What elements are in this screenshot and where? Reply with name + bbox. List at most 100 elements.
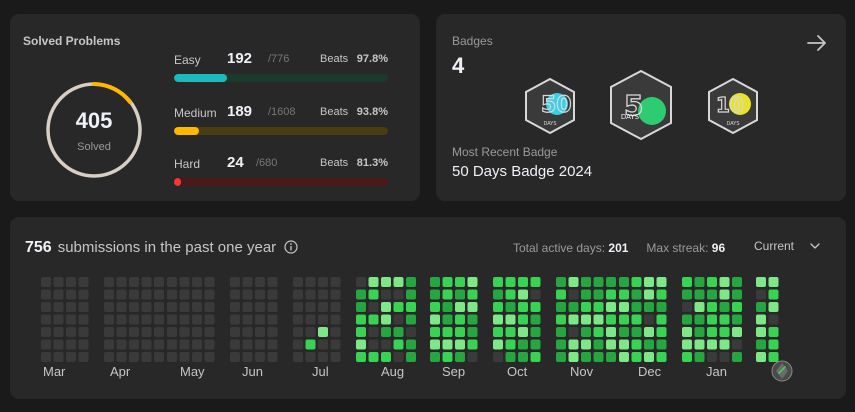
heatmap-cell[interactable] (619, 352, 629, 362)
heatmap-cell[interactable] (305, 314, 316, 325)
heatmap-cell[interactable] (78, 314, 89, 325)
heatmap-cell[interactable] (154, 302, 164, 312)
heatmap-cell[interactable] (530, 277, 541, 287)
heatmap-cell[interactable] (430, 277, 440, 287)
heatmap-cell[interactable] (230, 352, 240, 362)
heatmap-cell[interactable] (230, 339, 240, 350)
heatmap-cell[interactable] (442, 314, 453, 325)
heatmap-cell[interactable] (694, 289, 705, 300)
heatmap-cell[interactable] (255, 277, 265, 287)
heatmap-cell[interactable] (305, 327, 316, 337)
heatmap-cell[interactable] (330, 277, 341, 287)
heatmap-cell[interactable] (179, 339, 190, 350)
heatmap-cell[interactable] (381, 327, 391, 337)
heatmap-cell[interactable] (192, 277, 202, 287)
heatmap-cell[interactable] (78, 352, 89, 362)
heatmap-cell[interactable] (368, 289, 379, 300)
heatmap-cell[interactable] (41, 277, 51, 287)
heatmap-cell[interactable] (255, 302, 265, 312)
heatmap-cell[interactable] (442, 277, 453, 287)
heatmap-cell[interactable] (606, 314, 616, 325)
heatmap-cell[interactable] (78, 302, 89, 312)
heatmap-cell[interactable] (141, 339, 152, 350)
heatmap-cell[interactable] (204, 339, 215, 350)
period-dropdown[interactable]: Current (754, 239, 820, 253)
heatmap-cell[interactable] (556, 314, 566, 325)
heatmap-cell[interactable] (756, 352, 766, 362)
heatmap-cell[interactable] (606, 302, 616, 312)
heatmap-cell[interactable] (719, 277, 730, 287)
heatmap-cell[interactable] (230, 289, 240, 300)
heatmap-cell[interactable] (406, 352, 416, 362)
heatmap-cell[interactable] (242, 302, 253, 312)
heatmap-cell[interactable] (430, 352, 440, 362)
heatmap-cell[interactable] (682, 352, 692, 362)
heatmap-cell[interactable] (568, 352, 579, 362)
heatmap-cell[interactable] (505, 289, 516, 300)
heatmap-cell[interactable] (192, 339, 202, 350)
heatmap-cell[interactable] (707, 289, 717, 300)
heatmap-cell[interactable] (179, 314, 190, 325)
heatmap-cell[interactable] (192, 289, 202, 300)
heatmap-cell[interactable] (104, 327, 114, 337)
heatmap-cell[interactable] (430, 314, 440, 325)
heatmap-cell[interactable] (694, 277, 705, 287)
heatmap-cell[interactable] (192, 302, 202, 312)
heatmap-cell[interactable] (330, 339, 341, 350)
heatmap-cell[interactable] (267, 339, 278, 350)
heatmap-cell[interactable] (330, 302, 341, 312)
heatmap-cell[interactable] (66, 289, 76, 300)
heatmap-cell[interactable] (129, 302, 139, 312)
heatmap-cell[interactable] (719, 327, 730, 337)
heatmap-cell[interactable] (768, 289, 779, 300)
heatmap-cell[interactable] (154, 327, 164, 337)
heatmap-cell[interactable] (293, 327, 303, 337)
heatmap-cell[interactable] (318, 327, 328, 337)
heatmap-cell[interactable] (141, 327, 152, 337)
heatmap-cell[interactable] (167, 314, 177, 325)
heatmap-cell[interactable] (318, 314, 328, 325)
heatmap-cell[interactable] (381, 302, 391, 312)
heatmap-cell[interactable] (493, 339, 503, 350)
heatmap-cell[interactable] (656, 302, 667, 312)
heatmap-cell[interactable] (393, 339, 404, 350)
heatmap-cell[interactable] (682, 289, 692, 300)
heatmap-cell[interactable] (356, 277, 366, 287)
heatmap-cell[interactable] (116, 314, 127, 325)
heatmap-cell[interactable] (192, 314, 202, 325)
heatmap-cell[interactable] (293, 289, 303, 300)
heatmap-cell[interactable] (581, 289, 591, 300)
heatmap-cell[interactable] (593, 302, 604, 312)
heatmap-cell[interactable] (293, 277, 303, 287)
heatmap-cell[interactable] (255, 327, 265, 337)
heatmap-cell[interactable] (694, 314, 705, 325)
heatmap-cell[interactable] (116, 339, 127, 350)
heatmap-cell[interactable] (305, 277, 316, 287)
info-icon[interactable] (284, 240, 298, 254)
heatmap-cell[interactable] (694, 339, 705, 350)
heatmap-cell[interactable] (129, 277, 139, 287)
heatmap-cell[interactable] (631, 289, 642, 300)
heatmap-cell[interactable] (141, 289, 152, 300)
heatmap-cell[interactable] (129, 352, 139, 362)
heatmap-cell[interactable] (330, 352, 341, 362)
heatmap-cell[interactable] (493, 327, 503, 337)
heatmap-cell[interactable] (53, 327, 64, 337)
heatmap-cell[interactable] (493, 314, 503, 325)
heatmap-cell[interactable] (154, 339, 164, 350)
heatmap-cell[interactable] (694, 327, 705, 337)
heatmap-cell[interactable] (141, 314, 152, 325)
heatmap-cell[interactable] (230, 277, 240, 287)
heatmap-cell[interactable] (104, 277, 114, 287)
heatmap-cell[interactable] (530, 302, 541, 312)
heatmap-cell[interactable] (255, 289, 265, 300)
heatmap-cell[interactable] (756, 302, 766, 312)
heatmap-cell[interactable] (41, 339, 51, 350)
heatmap-cell[interactable] (305, 352, 316, 362)
heatmap-cell[interactable] (656, 339, 667, 350)
heatmap-cell[interactable] (393, 314, 404, 325)
heatmap-cell[interactable] (41, 289, 51, 300)
heatmap-cell[interactable] (116, 289, 127, 300)
heatmap-cell[interactable] (455, 339, 465, 350)
heatmap-cell[interactable] (318, 289, 328, 300)
